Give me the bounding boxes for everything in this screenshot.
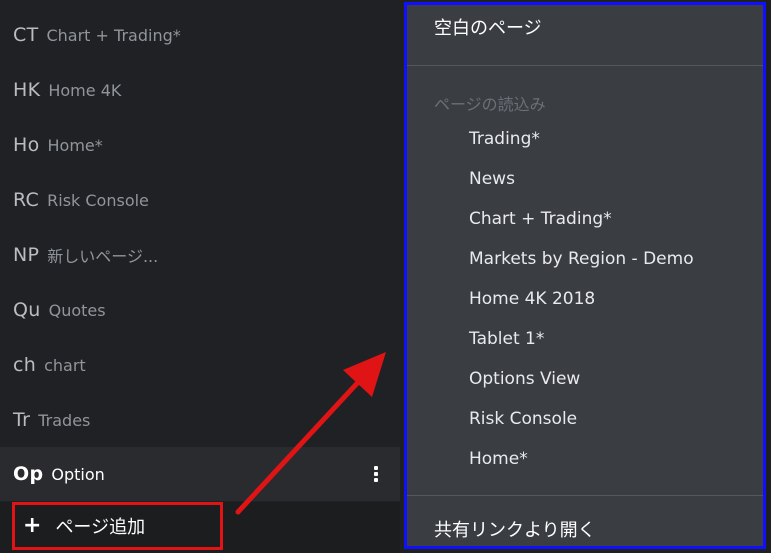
load-page-item[interactable]: Home 4K 2018 (407, 289, 763, 309)
open-shared-link-option[interactable]: 共有リンクより開く (407, 516, 763, 542)
add-page-menu: 空白のページ ページの読込み Trading* News Chart + Tra… (404, 2, 766, 549)
add-page-label: ページ追加 (55, 517, 146, 538)
page-item-chart[interactable]: ch chart (0, 338, 400, 392)
page-name: Home* (47, 135, 103, 155)
load-page-item[interactable]: Markets by Region - Demo (407, 249, 763, 269)
page-abbr: Tr (13, 409, 31, 431)
page-abbr: CT (13, 24, 39, 46)
page-abbr: NP (13, 244, 40, 266)
menu-divider (407, 65, 763, 66)
page-abbr: Ho (13, 134, 40, 156)
page-item-quotes[interactable]: Qu Quotes (0, 283, 400, 337)
page-name: Risk Console (47, 190, 149, 210)
load-page-item[interactable]: Options View (407, 369, 763, 389)
add-page-row: + ページ追加 (0, 502, 400, 553)
page-item-trades[interactable]: Tr Trades (0, 393, 400, 447)
page-abbr: ch (13, 354, 37, 376)
page-abbr: RC (13, 189, 40, 211)
page-item-chart-trading[interactable]: CT Chart + Trading* (0, 8, 400, 62)
page-name: Trades (38, 410, 91, 430)
plus-icon: + (23, 513, 42, 538)
page-name: 新しいページ... (47, 247, 159, 266)
page-item-risk-console[interactable]: RC Risk Console (0, 173, 400, 227)
load-page-item[interactable]: Home* (407, 449, 763, 469)
page-item-home-4k[interactable]: HK Home 4K (0, 63, 400, 117)
page-name: chart (44, 355, 86, 375)
load-page-item[interactable]: News (407, 169, 763, 189)
page-abbr: HK (13, 79, 41, 101)
page-abbr: Qu (13, 299, 41, 321)
page-name: Option (51, 464, 105, 484)
page-item-option[interactable]: Op Option (0, 447, 400, 501)
page-item-home[interactable]: Ho Home* (0, 118, 400, 172)
menu-divider (407, 495, 763, 496)
page-name: Chart + Trading* (46, 25, 181, 45)
load-page-item[interactable]: Chart + Trading* (407, 209, 763, 229)
add-page-button[interactable]: + ページ追加 (12, 502, 223, 550)
load-page-section-label: ページの読込み (434, 95, 546, 114)
page-abbr: Op (13, 463, 44, 485)
blank-page-option[interactable]: 空白のページ (407, 14, 763, 40)
page-name: Quotes (48, 300, 106, 320)
screen: CT Chart + Trading* HK Home 4K Ho Home* … (0, 0, 771, 553)
page-name: Home 4K (48, 80, 122, 100)
load-page-item[interactable]: Risk Console (407, 409, 763, 429)
load-page-item[interactable]: Trading* (407, 129, 763, 149)
more-options-icon[interactable] (374, 466, 378, 482)
load-page-item[interactable]: Tablet 1* (407, 329, 763, 349)
page-item-new-page[interactable]: NP 新しいページ... (0, 228, 400, 282)
page-list-sidebar: CT Chart + Trading* HK Home 4K Ho Home* … (0, 0, 400, 553)
